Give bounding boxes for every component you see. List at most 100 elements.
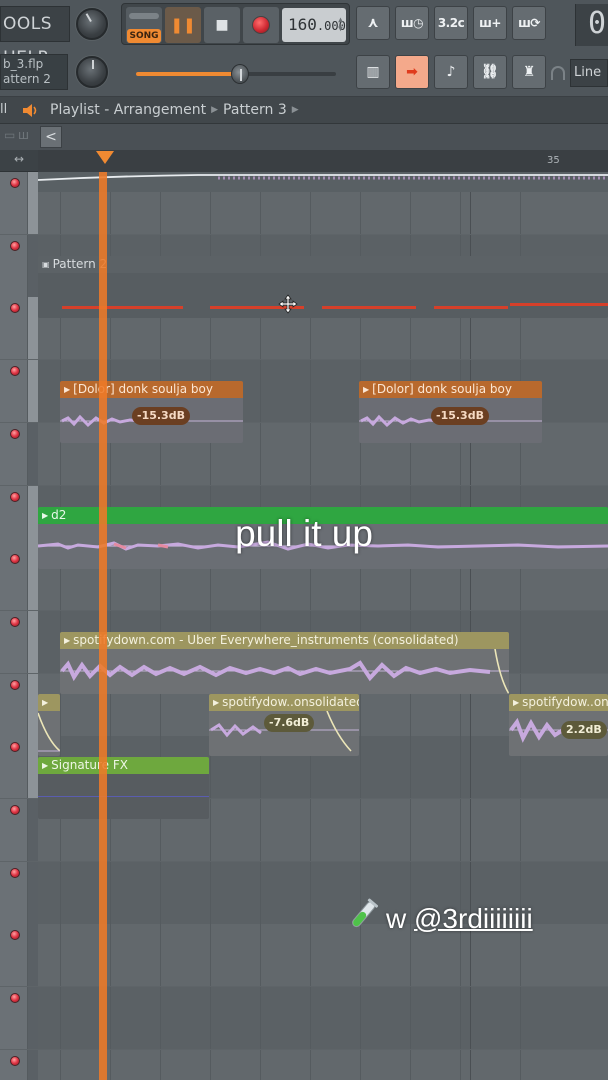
playhead[interactable]	[99, 172, 107, 1080]
stop-button[interactable]: ■	[204, 7, 240, 43]
main-toolbar: OOLS HELP b_3.flp attern 2 SONG ❚❚ ■ 160…	[0, 0, 608, 97]
tool-piano-button[interactable]: ▥	[356, 55, 390, 89]
pattern-clip[interactable]: ▣ Pattern 2	[38, 256, 608, 318]
track-mute-led-icon[interactable]	[10, 930, 20, 940]
track-lane[interactable]	[38, 987, 608, 1049]
snap-select[interactable]: Line	[570, 59, 608, 87]
playlist-title-bar: ll Playlist - Arrangement ▶ Pattern 3 ▶	[0, 97, 608, 124]
clip-arrow-icon: ▶	[213, 698, 220, 707]
tool-arrow-button[interactable]: ➡	[395, 55, 429, 89]
ruler-bar[interactable]: 35	[38, 150, 608, 172]
track-header[interactable]	[0, 548, 28, 610]
grid-line	[160, 862, 161, 924]
track-mute-led-icon[interactable]	[10, 366, 20, 376]
track-mute-led-icon[interactable]	[10, 178, 20, 188]
track-resize-handle[interactable]	[28, 924, 38, 986]
track-header[interactable]	[0, 611, 28, 673]
track-resize-handle[interactable]	[28, 736, 38, 798]
breadcrumb-playlist[interactable]: Playlist - Arrangement	[50, 102, 206, 118]
track-mute-led-icon[interactable]	[10, 680, 20, 690]
track-mute-led-icon[interactable]	[10, 868, 20, 878]
record-button[interactable]	[243, 7, 279, 43]
breadcrumb-pattern[interactable]: Pattern 3	[223, 102, 287, 118]
track-mute-led-icon[interactable]	[10, 492, 20, 502]
track-resize-handle[interactable]	[28, 987, 38, 1049]
track-resize-handle[interactable]	[28, 862, 38, 924]
track-resize-handle[interactable]	[28, 423, 38, 485]
track-resize-handle[interactable]	[28, 297, 38, 359]
resize-arrows-icon[interactable]: ↔	[14, 152, 24, 166]
track-header[interactable]	[0, 360, 28, 422]
track-resize-handle[interactable]	[28, 172, 38, 234]
tool-note-button[interactable]: ♪	[434, 55, 468, 89]
tool-ww-clock-button[interactable]: ш◷	[395, 6, 429, 40]
track-mute-led-icon[interactable]	[10, 303, 20, 313]
track-resize-handle[interactable]	[28, 1050, 38, 1080]
track-header[interactable]	[0, 1050, 28, 1080]
credit-handle[interactable]: @3rdiiiiiiii	[414, 903, 533, 934]
track-header[interactable]	[0, 862, 28, 924]
track-resize-handle[interactable]	[28, 548, 38, 610]
track-resize-handle[interactable]	[28, 611, 38, 673]
slider-handle[interactable]	[231, 64, 250, 84]
audio-clip-dolor[interactable]: ▶ [Dolor] donk soulja boy -15.3dB	[60, 381, 243, 443]
audio-clip-dolor[interactable]: ▶ [Dolor] donk soulja boy -15.3dB	[359, 381, 542, 443]
audio-clip-uber-everywhere[interactable]: ▶ spotifydown.com - Uber Everywhere_instr…	[60, 632, 509, 694]
clip-arrow-icon: ▶	[363, 385, 370, 394]
clip-header: ▶ Signature FX	[38, 757, 209, 774]
automation-clip-signature-fx[interactable]: ▶ Signature FX	[38, 757, 209, 819]
menu-tools-help[interactable]: OOLS HELP	[0, 6, 70, 68]
track-header[interactable]	[0, 423, 28, 485]
grid-line	[310, 924, 311, 986]
track-header[interactable]	[0, 674, 28, 736]
tool-32-button[interactable]: 3.2ᴄ	[434, 6, 468, 40]
track-header[interactable]	[0, 172, 28, 234]
track-mute-led-icon[interactable]	[10, 1056, 20, 1066]
track-mute-led-icon[interactable]	[10, 805, 20, 815]
audio-clip-uber-everywhere-part[interactable]: ▶ spotifydow..onsolidated) -7.6dB	[209, 694, 359, 756]
tool-stamp-button[interactable]: ♜	[512, 55, 546, 89]
pause-button[interactable]: ❚❚	[165, 7, 201, 43]
move-cursor-icon	[278, 294, 298, 314]
clip-body	[60, 649, 509, 694]
track-mute-led-icon[interactable]	[10, 993, 20, 1003]
track-resize-handle[interactable]	[28, 799, 38, 861]
master-volume-slider[interactable]	[136, 64, 336, 84]
track-mute-led-icon[interactable]	[10, 554, 20, 564]
tempo-field[interactable]: 160.000 ▲ ▼	[282, 8, 346, 42]
track-mute-led-icon[interactable]	[10, 617, 20, 627]
grid-line	[520, 611, 521, 673]
track-resize-handle[interactable]	[28, 360, 38, 422]
grid-line	[160, 987, 161, 1049]
track-lane[interactable]	[38, 1050, 608, 1080]
track-header[interactable]	[0, 987, 28, 1049]
grid-line	[210, 924, 211, 986]
track-header[interactable]	[0, 297, 28, 359]
song-position-marker[interactable]	[96, 151, 114, 164]
speaker-icon[interactable]	[22, 103, 40, 118]
track-resize-handle[interactable]	[28, 674, 38, 736]
scroll-left-button[interactable]: <	[40, 126, 62, 148]
track-resize-handle[interactable]	[28, 235, 38, 297]
tool-antenna-button[interactable]: ⋏	[356, 6, 390, 40]
grid-line	[460, 987, 461, 1049]
automation-clip[interactable]	[38, 172, 608, 192]
audio-clip-uber-everywhere-part[interactable]: ▶ spotifydow..ons 2.2dB	[509, 694, 608, 756]
tool-wplus-button[interactable]: ш+	[473, 6, 507, 40]
grid-line	[260, 423, 261, 485]
pattern-song-toggle[interactable]: SONG	[126, 7, 162, 43]
timeline-ruler[interactable]: ↔ 35	[0, 150, 608, 172]
tool-link-button[interactable]: ⛓	[473, 55, 507, 89]
audio-clip-fragment[interactable]: ▶	[38, 694, 60, 756]
master-volume-knob[interactable]	[76, 8, 108, 40]
master-pitch-knob[interactable]	[76, 56, 108, 88]
track-header[interactable]	[0, 799, 28, 861]
track-header[interactable]	[0, 924, 28, 986]
clip-header: ▶ [Dolor] donk soulja boy	[60, 381, 243, 398]
track-header[interactable]	[0, 736, 28, 798]
track-mute-led-icon[interactable]	[10, 429, 20, 439]
track-mute-led-icon[interactable]	[10, 241, 20, 251]
track-header[interactable]	[0, 235, 28, 297]
track-mute-led-icon[interactable]	[10, 742, 20, 752]
tool-wsync-button[interactable]: ш⟳	[512, 6, 546, 40]
